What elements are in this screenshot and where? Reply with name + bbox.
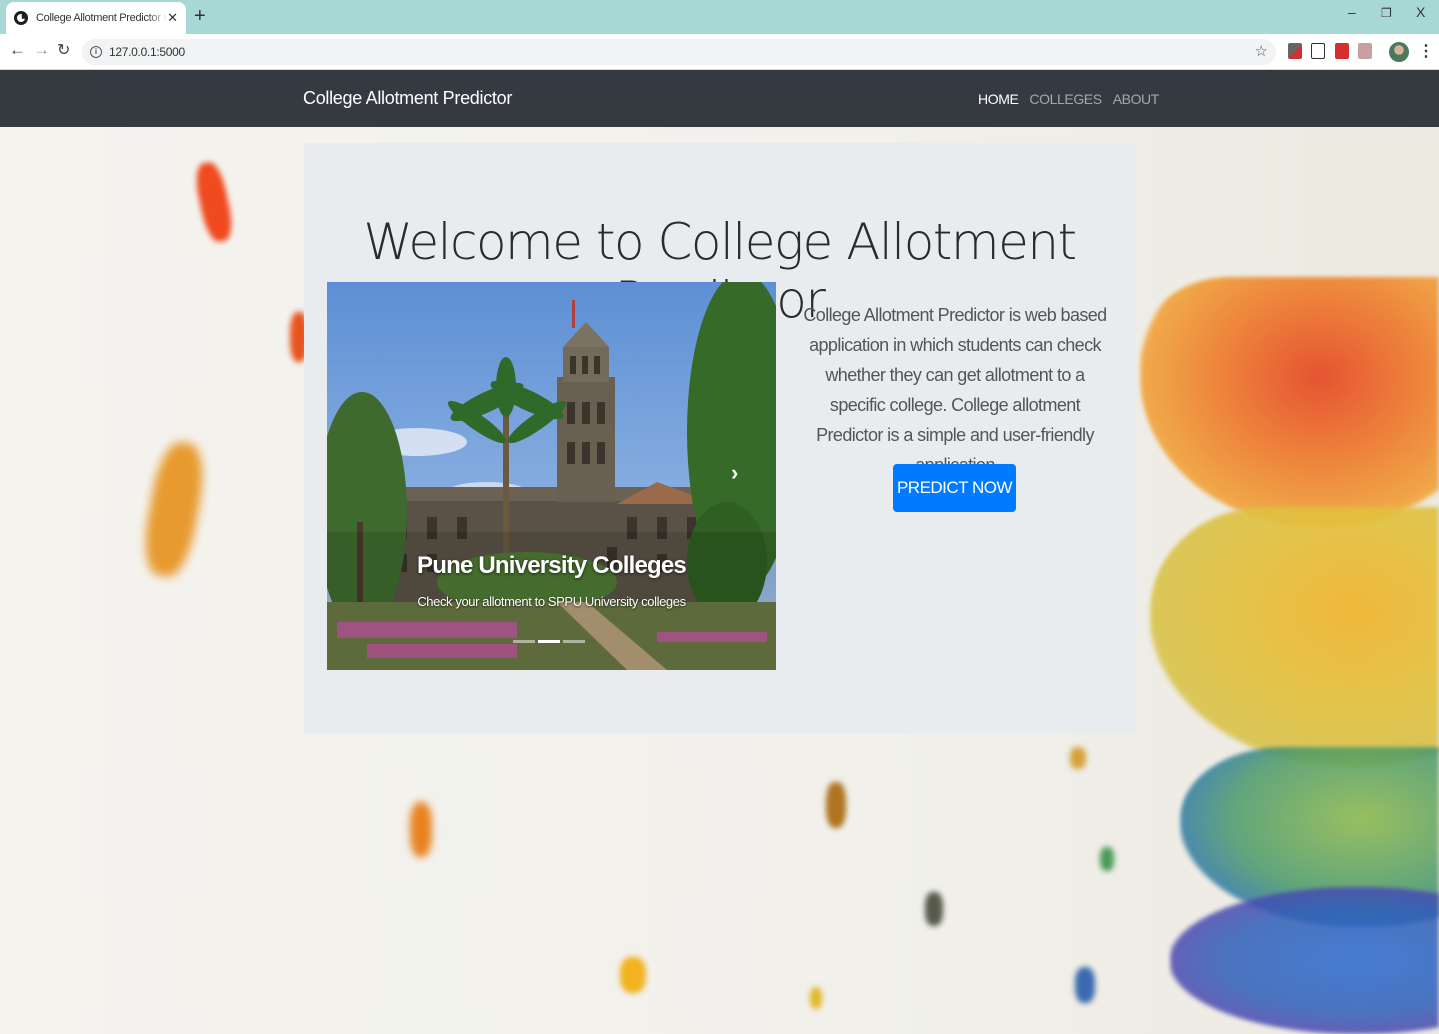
new-tab-button[interactable]: + bbox=[194, 5, 206, 28]
nav-link-home[interactable]: HOME bbox=[978, 91, 1019, 107]
browser-toolbar: ← → ↻ i 127.0.0.1:5000 ☆ ⋮ bbox=[0, 34, 1439, 70]
carousel-indicator[interactable] bbox=[563, 640, 585, 643]
carousel-indicator[interactable] bbox=[538, 640, 560, 643]
menu-kebab-icon[interactable]: ⋮ bbox=[1418, 41, 1434, 61]
minimize-button[interactable]: – bbox=[1348, 4, 1356, 20]
site-navbar: College Allotment Predictor HOME COLLEGE… bbox=[0, 70, 1439, 127]
back-arrow-icon[interactable]: ← bbox=[9, 40, 26, 60]
restore-button[interactable]: ❐ bbox=[1381, 6, 1392, 20]
predict-now-button[interactable]: PREDICT NOW bbox=[893, 464, 1016, 512]
navbar-brand[interactable]: College Allotment Predictor bbox=[303, 88, 512, 109]
nav-link-colleges[interactable]: COLLEGES bbox=[1029, 91, 1102, 107]
carousel-caption-title: Pune University Colleges bbox=[417, 552, 687, 579]
carousel-caption-text: Check your allotment to SPPU University … bbox=[417, 594, 686, 609]
nav-link-about[interactable]: ABOUT bbox=[1113, 91, 1160, 107]
nav-links: HOME COLLEGES ABOUT bbox=[978, 91, 1159, 107]
reload-icon[interactable]: ↻ bbox=[57, 40, 70, 60]
site-info-icon[interactable]: i bbox=[90, 46, 102, 58]
close-window-button[interactable]: X bbox=[1416, 4, 1425, 20]
browser-tab[interactable]: College Allotment Predictor using Machin… bbox=[6, 2, 186, 34]
university-building-image bbox=[327, 282, 776, 670]
profile-avatar[interactable] bbox=[1389, 42, 1409, 62]
carousel-indicator[interactable] bbox=[513, 640, 535, 643]
extension-tool-icon[interactable] bbox=[1288, 43, 1302, 59]
extension-pdf-icon[interactable] bbox=[1358, 43, 1372, 59]
globe-favicon-icon bbox=[14, 11, 28, 25]
bookmark-star-icon[interactable]: ☆ bbox=[1255, 42, 1268, 60]
carousel-indicators bbox=[513, 640, 585, 643]
url-text: 127.0.0.1:5000 bbox=[109, 45, 185, 59]
forward-arrow-icon[interactable]: → bbox=[33, 40, 50, 60]
extension-red-icon[interactable] bbox=[1335, 43, 1349, 59]
tab-title: College Allotment Predictor using Machin… bbox=[36, 12, 168, 24]
college-carousel[interactable]: Pune University Colleges Check your allo… bbox=[327, 282, 776, 670]
extension-info-icon[interactable] bbox=[1311, 43, 1325, 59]
carousel-next-icon[interactable]: › bbox=[731, 460, 738, 486]
address-bar[interactable]: i 127.0.0.1:5000 ☆ bbox=[82, 39, 1276, 65]
app-description: College Allotment Predictor is web based… bbox=[803, 305, 1107, 475]
tab-close-icon[interactable]: ✕ bbox=[167, 10, 178, 26]
browser-tab-strip: College Allotment Predictor using Machin… bbox=[0, 0, 1439, 34]
